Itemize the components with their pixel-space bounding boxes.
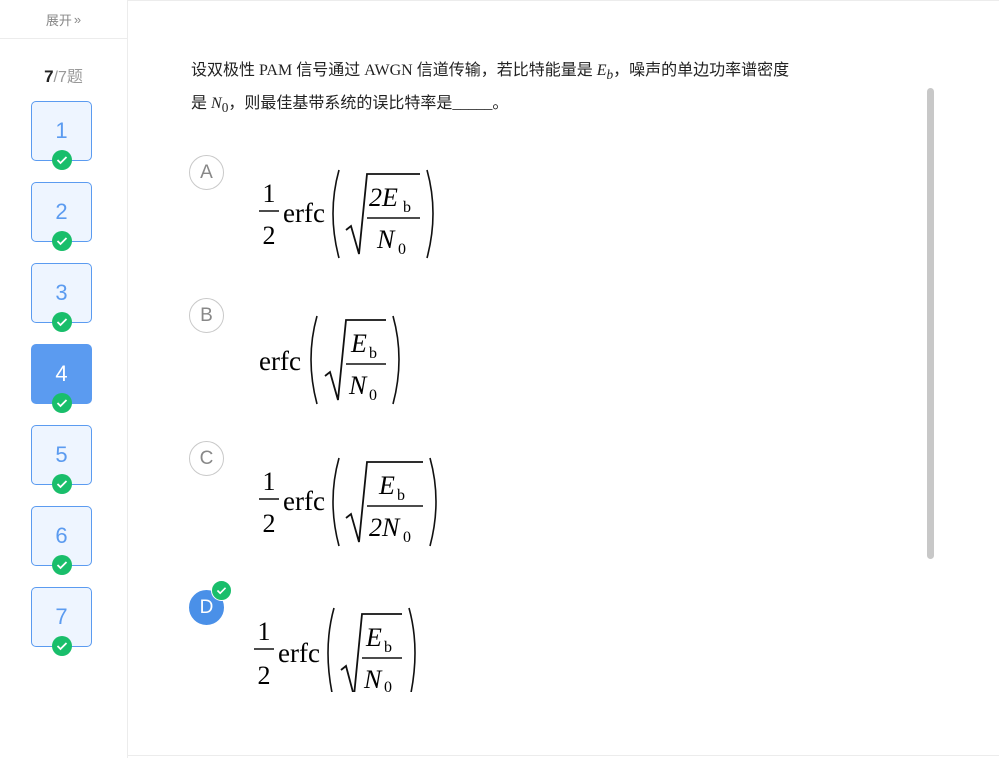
question-nav-sidebar: 展开 » 7/7题 1 2 3 4 5 6 7 [0, 0, 128, 758]
option-letter-circle[interactable]: C [189, 441, 224, 476]
numerator: E [378, 471, 395, 500]
option-letter-circle[interactable]: B [189, 298, 224, 333]
numerator-subscript: b [403, 199, 411, 216]
coef-numerator: 1 [263, 179, 276, 208]
check-icon [51, 474, 72, 494]
denominator: N [376, 225, 396, 254]
formula-option-a: 1 2 erfc 2E b N 0 [259, 169, 434, 259]
numerator: E [350, 329, 367, 358]
noise-symbol: N [211, 95, 222, 113]
question-button-3[interactable]: 3 [31, 263, 92, 332]
denominator-subscript: 0 [384, 679, 392, 692]
question-number: 5 [55, 442, 68, 467]
double-chevron-right-icon: » [73, 11, 82, 27]
numerator: 2E [369, 183, 398, 212]
question-text-part: 设双极性 PAM 信号通过 AWGN 信道传输，若比特能量是 [191, 62, 597, 79]
question-number: 4 [55, 361, 68, 386]
numerator-subscript: b [397, 487, 405, 504]
formula-option-b: erfc E b N 0 [259, 315, 400, 405]
left-paren [332, 169, 340, 259]
coef-numerator: 1 [263, 467, 276, 496]
left-paren [310, 315, 318, 405]
question-number: 3 [55, 280, 68, 305]
question-number: 6 [55, 523, 68, 548]
question-stem: 设双极性 PAM 信号通过 AWGN 信道传输，若比特能量是 Eb，噪声的单边功… [191, 56, 801, 122]
left-paren [332, 457, 340, 547]
expand-toggle[interactable]: 展开 » [0, 0, 127, 39]
check-icon [51, 555, 72, 575]
check-icon [51, 636, 72, 656]
denominator-subscript: 0 [369, 387, 377, 404]
question-counter: 7/7题 [0, 63, 127, 87]
right-paren [429, 457, 437, 547]
question-list: 1 2 3 4 5 6 7 [31, 101, 92, 668]
question-button-6[interactable]: 6 [31, 506, 92, 575]
formula-option-d: 1 2 erfc E b N 0 [254, 607, 416, 692]
option-letter-circle[interactable]: A [189, 155, 224, 190]
check-icon [51, 393, 72, 413]
erfc-func: erfc [283, 486, 325, 516]
question-button-2[interactable]: 2 [31, 182, 92, 251]
question-number: 7 [55, 604, 68, 629]
question-button-7[interactable]: 7 [31, 587, 92, 656]
right-paren [408, 607, 416, 692]
coef-denominator: 2 [263, 509, 276, 538]
erfc-func: erfc [278, 638, 320, 668]
erfc-func: erfc [259, 346, 301, 376]
total-questions: /7题 [53, 69, 83, 86]
expand-label: 展开 [45, 12, 72, 28]
check-icon [51, 312, 72, 332]
denominator: N [363, 665, 383, 692]
coef-numerator: 1 [258, 617, 271, 646]
erfc-func: erfc [283, 198, 325, 228]
check-icon [51, 231, 72, 251]
question-button-5[interactable]: 5 [31, 425, 92, 494]
formula-option-c: 1 2 erfc E b 2N 0 [259, 457, 437, 547]
current-question-number: 7 [44, 67, 54, 86]
question-number: 2 [55, 199, 68, 224]
numerator-subscript: b [369, 345, 377, 362]
right-paren [392, 315, 400, 405]
denominator: 2N [369, 513, 401, 542]
right-paren [426, 169, 434, 259]
question-button-4[interactable]: 4 [31, 344, 92, 413]
coef-denominator: 2 [258, 661, 271, 690]
question-button-1[interactable]: 1 [31, 101, 92, 170]
question-number: 1 [55, 118, 68, 143]
denominator: N [348, 371, 368, 400]
numerator-subscript: b [384, 639, 392, 656]
scrollbar-thumb[interactable] [927, 88, 934, 559]
denominator-subscript: 0 [403, 529, 411, 546]
left-paren [327, 607, 335, 692]
coef-denominator: 2 [263, 221, 276, 250]
selected-check-icon [211, 580, 232, 601]
denominator-subscript: 0 [398, 241, 406, 258]
numerator: E [365, 623, 382, 652]
check-icon [51, 150, 72, 170]
question-text-part: ，则最佳基带系统的误比特率是_____。 [228, 95, 509, 113]
